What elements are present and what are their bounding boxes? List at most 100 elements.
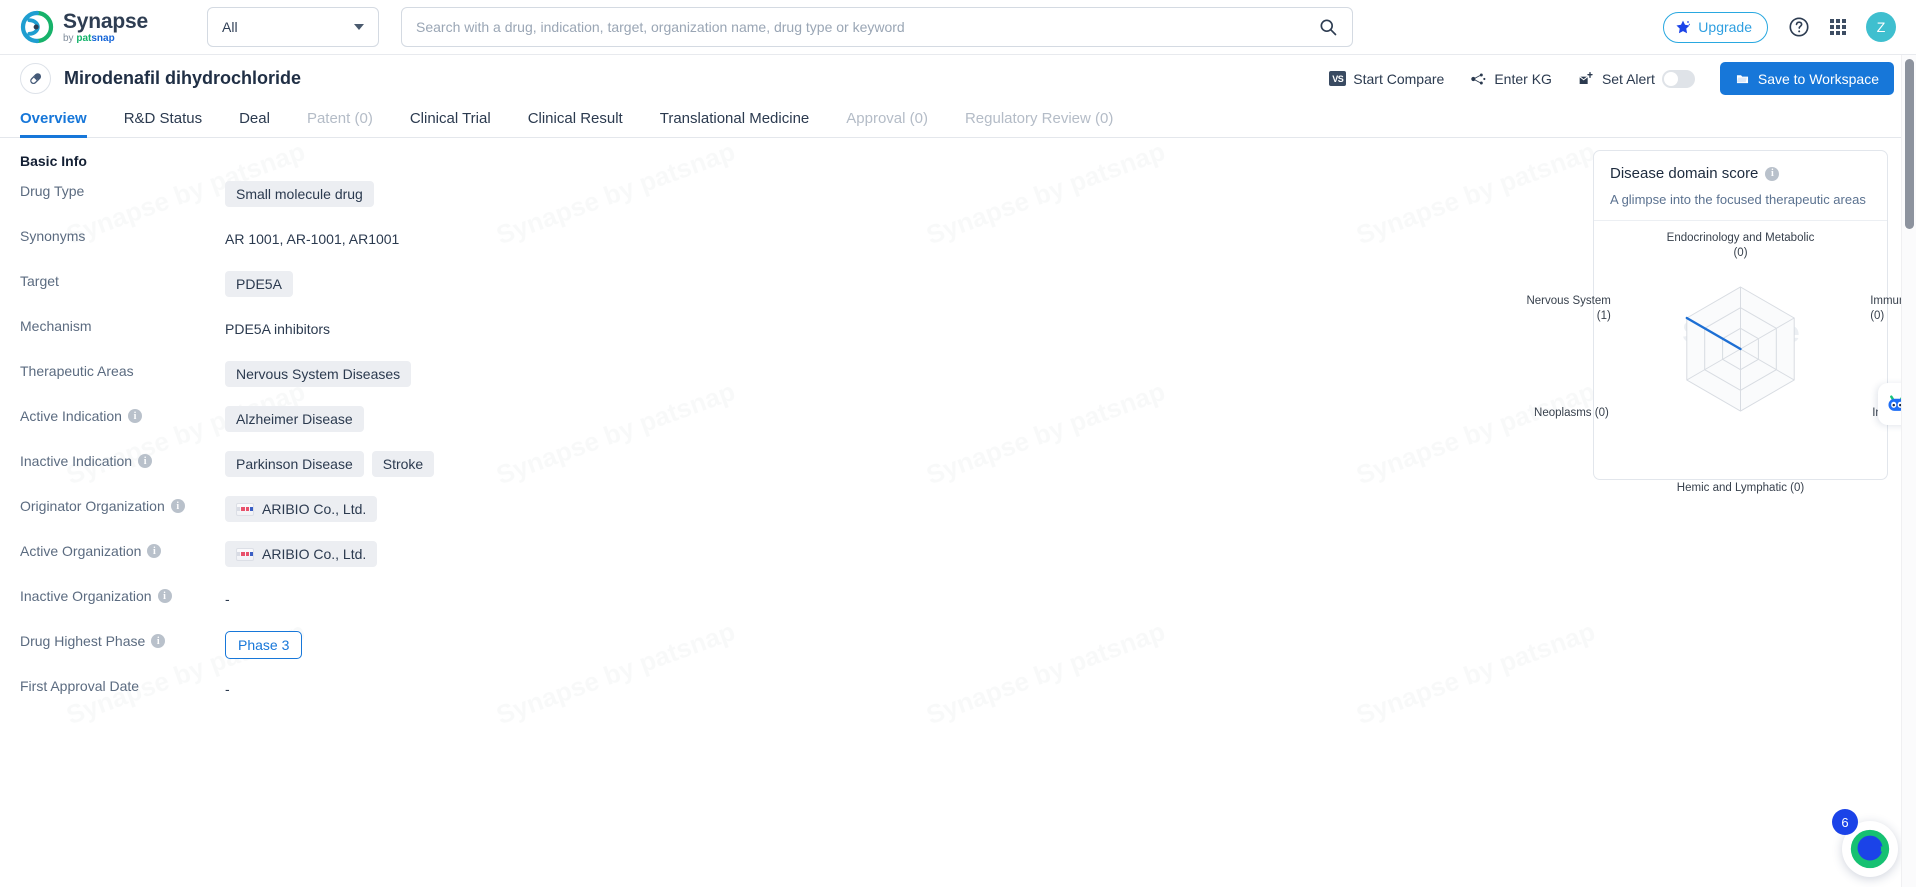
save-to-workspace-label: Save to Workspace <box>1757 70 1879 87</box>
header-actions: Upgrade Z <box>1639 11 1896 43</box>
folder-icon <box>1736 74 1748 83</box>
drug-title-bar: Mirodenafil dihydrochloride VS Start Com… <box>0 55 1916 102</box>
info-row-label-text: Target <box>20 273 59 289</box>
alert-mail-icon <box>1579 71 1593 84</box>
brand-tagline: by patsnap <box>63 32 148 44</box>
brand-logo-area[interactable]: Synapse by patsnap <box>20 10 185 44</box>
score-card-title-row: Disease domain score i <box>1610 165 1871 182</box>
info-row-value: - <box>225 674 230 702</box>
info-row-value: AR 1001, AR-1001, AR1001 <box>225 224 399 252</box>
organization-name: ARIBIO Co., Ltd. <box>262 546 367 562</box>
drug-capsule-icon <box>20 63 51 94</box>
value-chip[interactable]: Nervous System Diseases <box>225 361 412 387</box>
info-icon[interactable]: i <box>138 454 153 468</box>
upgrade-button[interactable]: Upgrade <box>1663 11 1768 43</box>
enter-kg-button[interactable]: Enter KG <box>1469 71 1552 87</box>
value-chip[interactable]: Stroke <box>371 451 435 477</box>
title-actions: VS Start Compare Enter KG Set Alert Save… <box>1329 62 1894 95</box>
tab-translational-medicine[interactable]: Translational Medicine <box>660 110 810 138</box>
tab-clinical-trial[interactable]: Clinical Trial <box>410 110 491 138</box>
info-row-label-text: Originator Organization <box>20 498 165 514</box>
synapse-logo-icon <box>20 10 54 44</box>
info-row-label: Target <box>20 269 225 289</box>
set-alert-toggle[interactable] <box>1661 69 1695 88</box>
info-row-value: ARIBIO Co., Ltd. <box>225 539 378 567</box>
info-icon[interactable]: i <box>170 499 185 513</box>
info-row-label: Active Organization i <box>20 539 225 559</box>
info-row-label-text: Drug Type <box>20 183 85 199</box>
tab-clinical-result[interactable]: Clinical Result <box>528 110 623 138</box>
plain-value: PDE5A inhibitors <box>225 321 331 337</box>
search-bar[interactable] <box>401 7 1353 47</box>
info-row-label-text: Active Organization <box>20 543 142 559</box>
knowledge-graph-icon <box>1471 73 1486 84</box>
search-scope-value: All <box>222 19 238 35</box>
score-card-header: Disease domain score i A glimpse into th… <box>1594 151 1887 221</box>
info-row-label-text: Mechanism <box>20 318 92 334</box>
info-row-label-text: Drug Highest Phase <box>20 633 146 649</box>
info-row-label: Drug Type <box>20 179 225 199</box>
value-chip[interactable]: Small molecule drug <box>225 181 374 207</box>
info-icon[interactable]: i <box>147 544 162 558</box>
info-row: First Approval Date - <box>20 674 1916 719</box>
chevron-down-icon <box>354 24 364 30</box>
phase-chip[interactable]: Phase 3 <box>225 631 303 659</box>
info-row-label-text: Active Indication <box>20 408 122 424</box>
help-icon[interactable] <box>1788 16 1810 38</box>
value-chip[interactable]: Parkinson Disease <box>225 451 364 477</box>
section-tabs: Overview R&D Status Deal Patent (0) Clinical… <box>0 102 1916 138</box>
score-card-subtitle: A glimpse into the focused therapeutic a… <box>1610 192 1866 207</box>
value-chip[interactable]: Alzheimer Disease <box>225 406 364 432</box>
info-icon[interactable]: i <box>157 589 172 603</box>
top-header: Synapse by patsnap All Upgrade <box>0 0 1916 55</box>
search-scope-dropdown[interactable]: All <box>207 7 379 47</box>
info-icon[interactable]: i <box>127 409 142 423</box>
star-icon <box>1676 20 1691 34</box>
info-row-value: Phase 3 <box>225 629 303 659</box>
radar-chart: Endocrinology and Metabolic (0)Immune Sy… <box>1526 221 1916 494</box>
score-card-title: Disease domain score <box>1610 165 1759 182</box>
info-row: Drug Highest Phase i Phase 3 <box>20 629 1916 674</box>
search-input[interactable] <box>416 19 1318 35</box>
apps-grid-icon[interactable] <box>1830 19 1846 35</box>
info-row: Inactive Organization i - <box>20 584 1916 629</box>
organization-flag-icon <box>236 502 254 516</box>
avatar[interactable]: Z <box>1866 12 1896 42</box>
info-row-value: PDE5A <box>225 269 293 297</box>
tab-patent-0: Patent (0) <box>306 110 373 127</box>
tab-approval-0: Approval (0) <box>846 110 928 127</box>
info-row-label: Originator Organization i <box>20 494 225 514</box>
disease-domain-score-card: Disease domain score i A glimpse into th… <box>1526 150 1916 494</box>
organization-chip[interactable]: ARIBIO Co., Ltd. <box>225 541 378 567</box>
tab-overview[interactable]: Overview <box>20 110 87 138</box>
set-alert-label: Set Alert <box>1601 70 1655 87</box>
info-row-label: Therapeutic Areas <box>20 359 225 379</box>
info-icon[interactable]: i <box>1765 166 1780 181</box>
start-compare-label: Start Compare <box>1353 70 1445 87</box>
info-row: Originator Organization i ARIBIO Co., Ltd. <box>20 494 1916 539</box>
value-chip[interactable]: PDE5A <box>225 271 293 297</box>
page-title: Mirodenafil dihydrochloride <box>64 68 302 88</box>
capsule-icon <box>30 73 42 85</box>
info-row-value: Parkinson Disease Stroke <box>225 449 435 477</box>
scrollbar-thumb[interactable] <box>1905 59 1914 229</box>
set-alert-control[interactable]: Set Alert <box>1577 69 1695 88</box>
info-icon[interactable]: i <box>151 634 166 648</box>
tab-r-d-status[interactable]: R&D Status <box>124 110 202 138</box>
main-content: Synapse by patsnap Synapse by patsnap Syna… <box>0 138 1916 887</box>
info-row-value: - <box>225 584 230 612</box>
radar-axis-label: Neoplasms (0) <box>1534 407 1609 419</box>
upgrade-label: Upgrade <box>1698 19 1752 35</box>
brand-by-text: by <box>63 32 77 44</box>
chat-unread-badge[interactable]: 6 <box>1832 809 1858 835</box>
search-icon[interactable] <box>1318 17 1338 37</box>
save-to-workspace-button[interactable]: Save to Workspace <box>1719 62 1894 95</box>
tab-deal[interactable]: Deal <box>239 110 270 138</box>
page-scrollbar[interactable] <box>1901 55 1916 887</box>
radar-axis-label: Nervous System (1) <box>1526 295 1611 322</box>
organization-chip[interactable]: ARIBIO Co., Ltd. <box>225 496 378 522</box>
info-row-label: First Approval Date <box>20 674 225 694</box>
info-row-label: Drug Highest Phase i <box>20 629 225 649</box>
start-compare-button[interactable]: VS Start Compare <box>1329 71 1444 87</box>
organization-name: ARIBIO Co., Ltd. <box>262 501 367 517</box>
